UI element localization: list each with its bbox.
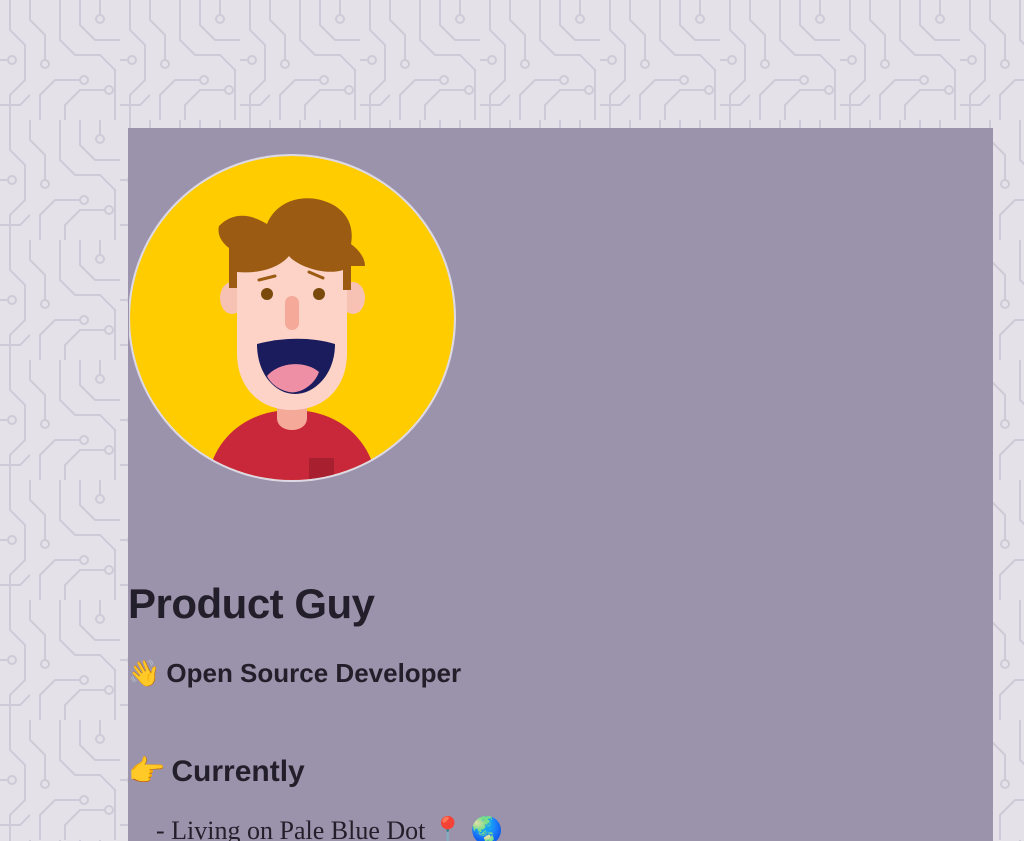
- list-item-text: - Living on Pale Blue Dot: [156, 816, 426, 841]
- globe-icon: 🌏: [470, 816, 504, 841]
- pointing-right-icon: 👉: [128, 755, 166, 788]
- profile-name: Product Guy: [128, 580, 375, 627]
- tagline-text: Open Source Developer: [166, 658, 462, 688]
- cartoon-avatar-icon: [129, 154, 456, 482]
- currently-heading-text: Currently: [171, 755, 305, 788]
- map-pin-icon: 📍: [431, 816, 465, 841]
- waving-hand-icon: 👋: [128, 658, 161, 688]
- list-item: - Living on Pale Blue Dot 📍 🌏: [156, 816, 503, 841]
- currently-heading: 👉 Currently: [128, 754, 305, 789]
- profile-card: Product Guy 👋 Open Source Developer 👉 Curr…: [128, 128, 993, 841]
- profile-tagline: 👋 Open Source Developer: [128, 658, 461, 689]
